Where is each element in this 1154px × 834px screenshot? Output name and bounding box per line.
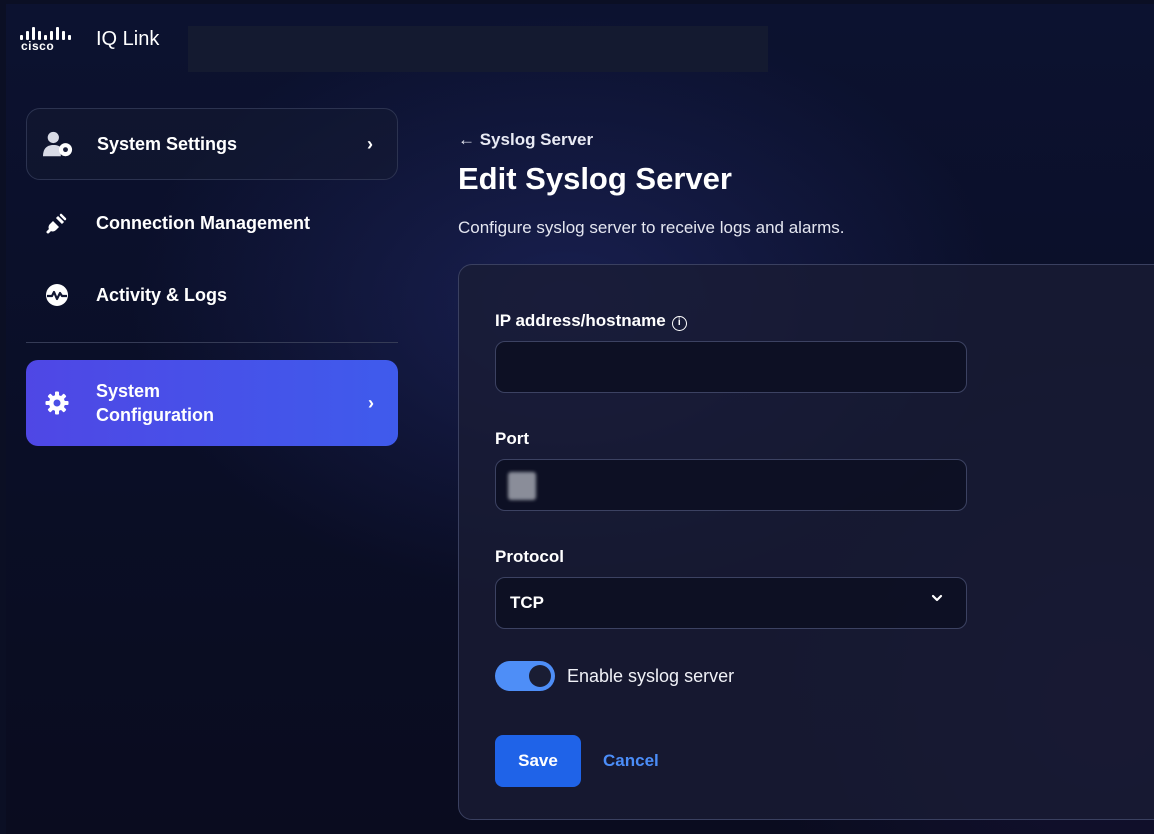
sidebar-item-activity-logs[interactable]: Activity & Logs bbox=[26, 260, 398, 330]
activity-icon bbox=[42, 280, 72, 310]
sidebar-divider bbox=[26, 342, 398, 343]
sidebar-item-system-settings[interactable]: System Settings › bbox=[26, 108, 398, 180]
sidebar-item-system-configuration[interactable]: System Configuration › bbox=[26, 360, 398, 446]
app-window: cisco IQ Link System Settings › Connecti… bbox=[6, 4, 1154, 834]
sidebar-label-line1: System bbox=[96, 381, 161, 401]
page-description: Configure syslog server to receive logs … bbox=[458, 218, 845, 237]
ip-address-input[interactable] bbox=[495, 341, 967, 393]
protocol-select[interactable]: TCP bbox=[495, 577, 967, 629]
cisco-logo[interactable]: cisco bbox=[18, 26, 76, 56]
toggle-knob bbox=[529, 665, 551, 687]
cancel-button[interactable]: Cancel bbox=[603, 735, 659, 787]
app-title: IQ Link bbox=[96, 28, 160, 50]
chevron-right-icon: › bbox=[367, 133, 373, 154]
sidebar-item-label: System Configuration bbox=[96, 379, 214, 427]
enable-syslog-label: Enable syslog server bbox=[567, 666, 735, 686]
port-label: Port bbox=[495, 429, 529, 448]
enable-syslog-toggle[interactable] bbox=[495, 661, 555, 691]
ip-address-label: IP address/hostname i bbox=[495, 311, 687, 331]
info-icon[interactable]: i bbox=[671, 316, 687, 331]
sidebar-item-connection-management[interactable]: Connection Management bbox=[26, 188, 398, 258]
sidebar-label-line2: Configuration bbox=[96, 405, 214, 425]
save-button[interactable]: Save bbox=[495, 735, 581, 787]
protocol-label: Protocol bbox=[495, 547, 564, 566]
chevron-right-icon: › bbox=[368, 392, 374, 413]
cisco-bars-icon bbox=[18, 26, 76, 40]
back-link-syslog-server[interactable]: ← Syslog Server bbox=[458, 130, 593, 150]
gear-icon bbox=[42, 388, 72, 418]
ip-address-label-text: IP address/hostname bbox=[495, 311, 666, 330]
plug-icon bbox=[42, 208, 72, 238]
sidebar-item-label: System Settings bbox=[97, 133, 238, 154]
top-bar: cisco IQ Link bbox=[6, 4, 1154, 76]
page-title: Edit Syslog Server bbox=[458, 161, 732, 196]
redacted-port-value bbox=[508, 472, 536, 500]
user-gear-icon bbox=[43, 129, 73, 159]
chevron-down-icon bbox=[930, 591, 944, 610]
sidebar-item-label: Activity & Logs bbox=[96, 284, 228, 305]
redacted-area bbox=[188, 26, 768, 72]
cisco-wordmark: cisco bbox=[21, 39, 55, 53]
sidebar-item-label: Connection Management bbox=[96, 212, 311, 233]
syslog-form-card: IP address/hostname i Port Protocol TCP E… bbox=[458, 264, 1154, 820]
protocol-selected-value: TCP bbox=[510, 593, 544, 612]
port-input[interactable] bbox=[495, 459, 967, 511]
